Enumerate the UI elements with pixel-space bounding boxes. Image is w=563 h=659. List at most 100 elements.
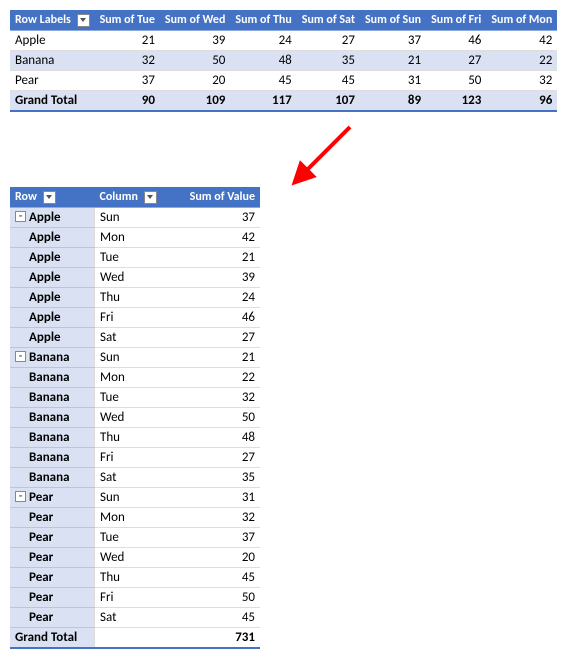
table-row[interactable]: BananaTue32 [10,388,260,408]
column-value: Thu [95,428,173,448]
sum-value: 50 [172,588,260,608]
table-row[interactable]: PearThu45 [10,568,260,588]
row-text: Apple [29,330,61,345]
sum-value: 39 [172,268,260,288]
cell-value: 37 [360,31,426,51]
table-row[interactable]: AppleSat27 [10,328,260,348]
table-row[interactable]: PearWed20 [10,548,260,568]
row-label: Apple [10,248,95,268]
table-row[interactable]: -BananaSun21 [10,348,260,368]
cell-value: 48 [230,51,296,71]
column-value: Mon [95,228,173,248]
column-value: Thu [95,288,173,308]
col-wed[interactable]: Sum of Wed [160,10,230,31]
sum-value: 37 [172,208,260,228]
col-mon[interactable]: Sum of Mon [486,10,557,31]
table-row[interactable]: Apple21392427374642 [10,31,557,51]
row-label: Pear [10,71,95,91]
sum-value: 20 [172,548,260,568]
row-text: Banana [29,350,70,365]
col-thu[interactable]: Sum of Thu [230,10,296,31]
pivot-narrow-header-row: Row Column Sum of Value [10,187,260,208]
filter-dropdown-icon[interactable] [77,14,90,27]
col-fri[interactable]: Sum of Fri [426,10,486,31]
col-row[interactable]: Row [10,187,95,208]
column-value: Tue [95,528,173,548]
row-text: Pear [29,530,53,545]
table-row[interactable]: AppleFri46 [10,308,260,328]
cell-value: 20 [160,71,230,91]
cell-value: 22 [486,51,557,71]
header-label: Row [15,190,37,204]
cell-value: 32 [95,51,160,71]
cell-value: 35 [297,51,360,71]
table-row[interactable]: PearMon32 [10,508,260,528]
column-value: Tue [95,248,173,268]
cell-value: 21 [360,51,426,71]
arrow-annotation [10,122,553,182]
col-row-labels[interactable]: Row Labels [10,10,95,31]
row-label: Pear [10,608,95,628]
row-label: -Banana [10,348,95,368]
sum-value: 27 [172,448,260,468]
sum-value: 31 [172,488,260,508]
sum-value: 35 [172,468,260,488]
table-row[interactable]: BananaWed50 [10,408,260,428]
table-row[interactable]: -AppleSun37 [10,208,260,228]
filter-dropdown-icon[interactable] [43,191,56,204]
sum-value: 21 [172,348,260,368]
table-row[interactable]: Banana32504835212722 [10,51,557,71]
col-sum-of-value[interactable]: Sum of Value [172,187,260,208]
table-row[interactable]: PearTue37 [10,528,260,548]
column-value: Sat [95,608,173,628]
grand-total-value: 89 [360,91,426,112]
table-row[interactable]: BananaSat35 [10,468,260,488]
row-text: Pear [29,510,53,525]
col-sun[interactable]: Sum of Sun [360,10,426,31]
row-label: Banana [10,428,95,448]
row-label: Apple [10,228,95,248]
row-label: Banana [10,51,95,71]
grand-total-value: 90 [95,91,160,112]
table-row[interactable]: -PearSun31 [10,488,260,508]
sum-value: 45 [172,608,260,628]
table-row[interactable]: PearSat45 [10,608,260,628]
grand-total-column [95,628,173,649]
row-label: -Apple [10,208,95,228]
column-value: Sat [95,328,173,348]
row-text: Pear [29,570,53,585]
col-column[interactable]: Column [95,187,173,208]
column-value: Tue [95,388,173,408]
grand-total-value: 731 [172,628,260,649]
table-row[interactable]: BananaThu48 [10,428,260,448]
col-tue[interactable]: Sum of Tue [95,10,160,31]
grand-total-value: 107 [297,91,360,112]
collapse-icon[interactable]: - [15,491,26,502]
grand-total-label: Grand Total [10,91,95,112]
table-row[interactable]: BananaMon22 [10,368,260,388]
sum-value: 50 [172,408,260,428]
sum-value: 42 [172,228,260,248]
header-label: Column [100,190,138,204]
table-row[interactable]: Pear37204545315032 [10,71,557,91]
sum-value: 46 [172,308,260,328]
filter-dropdown-icon[interactable] [144,191,157,204]
cell-value: 37 [95,71,160,91]
row-text: Banana [29,470,70,485]
cell-value: 31 [360,71,426,91]
row-text: Pear [29,590,53,605]
table-row[interactable]: AppleMon42 [10,228,260,248]
collapse-icon[interactable]: - [15,211,26,222]
row-text: Banana [29,410,70,425]
table-row[interactable]: PearFri50 [10,588,260,608]
collapse-icon[interactable]: - [15,351,26,362]
col-sat[interactable]: Sum of Sat [297,10,360,31]
row-label: Banana [10,368,95,388]
table-row[interactable]: AppleWed39 [10,268,260,288]
table-row[interactable]: AppleTue21 [10,248,260,268]
table-row[interactable]: BananaFri27 [10,448,260,468]
pivot-narrow: Row Column Sum of Value -AppleSun37Apple… [10,187,260,649]
column-value: Sun [95,208,173,228]
row-text: Apple [29,270,61,285]
table-row[interactable]: AppleThu24 [10,288,260,308]
